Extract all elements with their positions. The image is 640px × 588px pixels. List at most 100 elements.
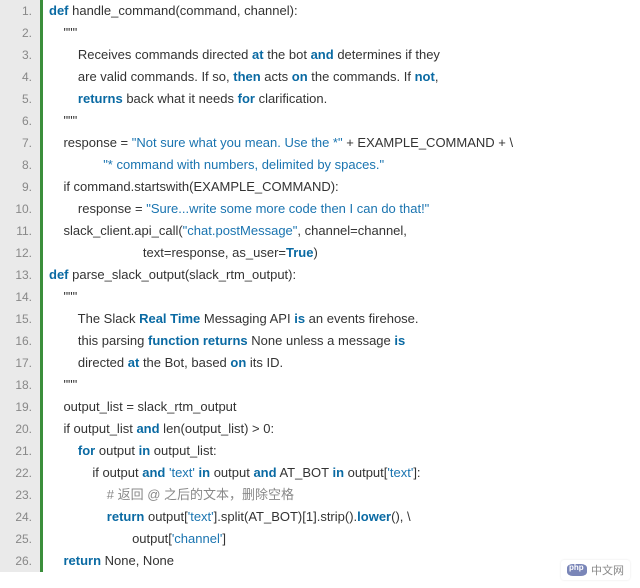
code-line: directed at the Bot, based on its ID. xyxy=(49,352,640,374)
code-token: 'text' xyxy=(188,509,214,524)
code-token: this parsing xyxy=(49,333,148,348)
code-token: return xyxy=(63,553,101,568)
line-number: 22. xyxy=(0,462,32,484)
code-token: "chat.postMessage" xyxy=(183,223,298,238)
code-token: , xyxy=(435,69,439,84)
line-number: 21. xyxy=(0,440,32,462)
line-number: 13. xyxy=(0,264,32,286)
code-token: and xyxy=(253,465,276,480)
code-token: an events firehose. xyxy=(305,311,418,326)
code-token: output_list = slack_rtm_output xyxy=(49,399,237,414)
code-token: if output_list xyxy=(49,421,136,436)
line-number: 12. xyxy=(0,242,32,264)
code-token: response = xyxy=(49,201,146,216)
code-line: this parsing function returns None unles… xyxy=(49,330,640,352)
code-token: 'channel' xyxy=(172,531,223,546)
code-token: None, None xyxy=(101,553,174,568)
code-token: and xyxy=(136,421,159,436)
line-number: 20. xyxy=(0,418,32,440)
code-token: then xyxy=(233,69,260,84)
code-token: is xyxy=(294,311,305,326)
line-number: 3. xyxy=(0,44,32,66)
code-token xyxy=(49,443,78,458)
code-token: returns xyxy=(78,91,123,106)
code-token: , channel=channel, xyxy=(297,223,407,238)
code-token: in xyxy=(199,465,211,480)
code-token: at xyxy=(252,47,264,62)
code-token xyxy=(49,487,107,502)
code-token: in xyxy=(139,443,151,458)
code-token: at xyxy=(128,355,140,370)
line-number: 18. xyxy=(0,374,32,396)
line-number: 5. xyxy=(0,88,32,110)
code-line: def parse_slack_output(slack_rtm_output)… xyxy=(49,264,640,286)
code-token: function returns xyxy=(148,333,248,348)
code-token: parse_slack_output(slack_rtm_output): xyxy=(69,267,297,282)
code-token: handle_command(command, channel): xyxy=(69,3,298,18)
code-line: response = "Sure...write some more code … xyxy=(49,198,640,220)
code-line: """ xyxy=(49,286,640,308)
code-token: are valid commands. If so, xyxy=(49,69,233,84)
code-token: is xyxy=(394,333,405,348)
code-line: return None, None xyxy=(49,550,640,572)
line-number: 11. xyxy=(0,220,32,242)
code-token: output_list: xyxy=(150,443,217,458)
code-line: "* command with numbers, delimited by sp… xyxy=(49,154,640,176)
php-logo-icon xyxy=(567,564,587,576)
code-token: the bot xyxy=(264,47,311,62)
code-token: back what it needs xyxy=(123,91,238,106)
code-token: Receives commands directed xyxy=(49,47,252,62)
line-number: 23. xyxy=(0,484,32,506)
code-token: len(output_list) > 0: xyxy=(160,421,275,436)
code-token: "Not sure what you mean. Use the *" xyxy=(132,135,343,150)
code-token xyxy=(49,553,63,568)
code-token: ) xyxy=(313,245,317,260)
code-token: Real Time xyxy=(139,311,200,326)
line-number: 26. xyxy=(0,550,32,572)
code-block: 1.2.3.4.5.6.7.8.9.10.11.12.13.14.15.16.1… xyxy=(0,0,640,572)
code-line: output['channel'] xyxy=(49,528,640,550)
code-line: slack_client.api_call("chat.postMessage"… xyxy=(49,220,640,242)
code-token: AT_BOT xyxy=(277,465,333,480)
code-line: The Slack Real Time Messaging API is an … xyxy=(49,308,640,330)
code-token: return xyxy=(107,509,145,524)
line-number: 4. xyxy=(0,66,32,88)
code-line: for output in output_list: xyxy=(49,440,640,462)
code-token: and xyxy=(311,47,334,62)
code-token: ] xyxy=(222,531,226,546)
code-content: def handle_command(command, channel): ""… xyxy=(40,0,640,572)
line-number: 15. xyxy=(0,308,32,330)
code-token: slack_client.api_call( xyxy=(49,223,183,238)
code-line: response = "Not sure what you mean. Use … xyxy=(49,132,640,154)
code-token: def xyxy=(49,267,69,282)
code-line: # 返回 @ 之后的文本，删除空格 xyxy=(49,484,640,506)
code-token: """ xyxy=(49,25,77,40)
code-token: for xyxy=(238,91,255,106)
code-token: + EXAMPLE_COMMAND + \ xyxy=(343,135,514,150)
line-number: 6. xyxy=(0,110,32,132)
code-token: The Slack xyxy=(49,311,139,326)
code-line: return output['text'].split(AT_BOT)[1].s… xyxy=(49,506,640,528)
code-token: if output xyxy=(49,465,142,480)
line-number: 16. xyxy=(0,330,32,352)
code-token: text=response, as_user= xyxy=(49,245,286,260)
line-number-gutter: 1.2.3.4.5.6.7.8.9.10.11.12.13.14.15.16.1… xyxy=(0,0,40,572)
code-token: # 返回 @ 之后的文本，删除空格 xyxy=(107,487,294,502)
code-line: """ xyxy=(49,22,640,44)
code-line: text=response, as_user=True) xyxy=(49,242,640,264)
line-number: 19. xyxy=(0,396,32,418)
watermark-text: 中文网 xyxy=(591,562,624,578)
code-line: if output and 'text' in output and AT_BO… xyxy=(49,462,640,484)
code-line: if command.startswith(EXAMPLE_COMMAND): xyxy=(49,176,640,198)
code-token: output[ xyxy=(344,465,387,480)
line-number: 1. xyxy=(0,0,32,22)
code-token: directed xyxy=(49,355,128,370)
code-token: ]: xyxy=(413,465,420,480)
line-number: 14. xyxy=(0,286,32,308)
line-number: 24. xyxy=(0,506,32,528)
code-token: None unless a message xyxy=(248,333,395,348)
code-line: are valid commands. If so, then acts on … xyxy=(49,66,640,88)
code-token: (), \ xyxy=(391,509,411,524)
code-line: """ xyxy=(49,374,640,396)
line-number: 25. xyxy=(0,528,32,550)
